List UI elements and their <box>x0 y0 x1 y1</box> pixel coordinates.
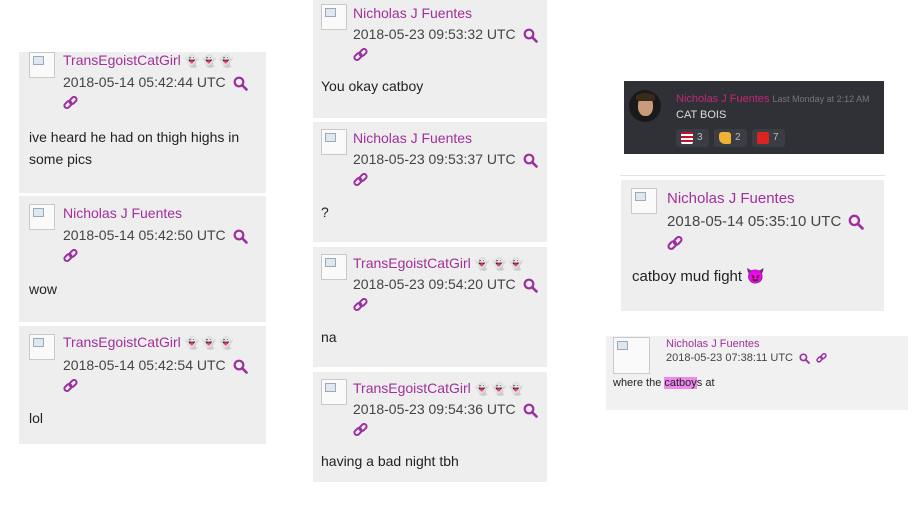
search-icon[interactable] <box>522 153 538 168</box>
discord-timestamp: Last Monday at 2:12 AM <box>772 94 870 104</box>
avatar <box>29 52 55 78</box>
message-text: ive heard he had on thigh highs in some … <box>29 129 240 167</box>
username-link[interactable]: Nicholas J Fuentes <box>353 5 472 21</box>
timestamp: 2018-05-23 09:54:20 UTC <box>353 276 538 293</box>
avatar <box>321 4 347 30</box>
username-link[interactable]: Nicholas J Fuentes <box>353 130 472 146</box>
search-highlight: catboy <box>664 377 697 389</box>
search-icon[interactable] <box>799 352 810 364</box>
post-card: TransEgoistCatGirl 👻👻👻 2018-05-23 09:54:3… <box>313 372 547 482</box>
username-link[interactable]: TransEgoistCatGirl 👻👻👻 <box>63 334 236 350</box>
message-text: You okay catboy <box>321 78 424 94</box>
discord-message-card: Nicholas J Fuentes Last Monday at 2:12 AM… <box>624 81 884 154</box>
message-text: having a bad night tbh <box>321 453 459 469</box>
avatar <box>631 188 657 214</box>
timestamp: 2018-05-23 07:38:11 UTC <box>666 352 828 364</box>
username-link[interactable]: Nicholas J Fuentes <box>666 338 760 350</box>
link-icon[interactable] <box>353 48 368 63</box>
link-icon[interactable] <box>353 423 368 438</box>
discord-message-text: CAT BOIS <box>676 109 727 121</box>
ghost-emoji: 👻👻👻 <box>184 336 236 350</box>
flag-icon <box>681 132 693 144</box>
avatar <box>613 337 650 374</box>
divider <box>620 175 885 176</box>
avatar <box>29 204 55 230</box>
username-link[interactable]: TransEgoistCatGirl 👻👻👻 <box>353 380 526 396</box>
ghost-emoji: 👻👻👻 <box>474 257 526 271</box>
post-card: Nicholas J Fuentes 2018-05-14 05:35:10 U… <box>621 180 884 311</box>
timestamp: 2018-05-23 09:53:37 UTC <box>353 151 538 168</box>
timestamp: 2018-05-14 05:42:54 UTC <box>63 357 248 374</box>
devil-emoji: 😈 <box>746 268 765 285</box>
timestamp: 2018-05-23 09:53:32 UTC <box>353 26 538 43</box>
link-icon[interactable] <box>63 379 78 394</box>
discord-username[interactable]: Nicholas J Fuentes Last Monday at 2:12 AM <box>676 93 870 105</box>
search-icon[interactable] <box>522 278 538 293</box>
username-link[interactable]: Nicholas J Fuentes <box>667 190 795 207</box>
reaction-red-square[interactable]: 7 <box>752 129 785 147</box>
avatar <box>29 334 55 360</box>
avatar[interactable] <box>629 90 661 122</box>
search-icon[interactable] <box>232 229 248 244</box>
message-text: ? <box>321 204 329 220</box>
timestamp: 2018-05-23 09:54:36 UTC <box>353 401 538 418</box>
search-icon[interactable] <box>522 28 538 43</box>
link-icon[interactable] <box>63 96 78 111</box>
post-card: Nicholas J Fuentes 2018-05-23 07:38:11 U… <box>606 336 908 410</box>
search-icon[interactable] <box>522 403 538 418</box>
post-card: Nicholas J Fuentes 2018-05-23 09:53:32 U… <box>313 0 547 118</box>
post-card: Nicholas J Fuentes 2018-05-14 05:42:50 U… <box>19 196 266 322</box>
post-card: TransEgoistCatGirl 👻👻👻 2018-05-14 05:42:4… <box>19 52 266 193</box>
message-text: lol <box>29 410 44 426</box>
link-icon[interactable] <box>816 352 828 364</box>
link-icon[interactable] <box>667 236 683 252</box>
timestamp: 2018-05-14 05:42:50 UTC <box>63 227 248 244</box>
message-text: where the catboys at <box>613 377 715 389</box>
search-icon[interactable] <box>232 359 248 374</box>
message-text: wow <box>29 281 58 297</box>
link-icon[interactable] <box>353 173 368 188</box>
timestamp: 2018-05-14 05:42:44 UTC <box>63 74 248 91</box>
link-icon[interactable] <box>63 249 78 264</box>
avatar <box>321 379 347 405</box>
username-link[interactable]: TransEgoistCatGirl 👻👻👻 <box>353 255 526 271</box>
timestamp: 2018-05-14 05:35:10 UTC <box>667 213 865 230</box>
reaction-thumbs-up[interactable]: 2 <box>714 129 747 147</box>
search-icon[interactable] <box>232 76 248 91</box>
message-text: catboy mud fight 😈 <box>632 268 765 285</box>
post-card: Nicholas J Fuentes 2018-05-23 09:53:37 U… <box>313 122 547 242</box>
message-text: na <box>321 329 337 345</box>
post-card: TransEgoistCatGirl 👻👻👻 2018-05-14 05:42:5… <box>19 326 266 444</box>
avatar <box>321 254 347 280</box>
link-icon[interactable] <box>353 298 368 313</box>
thumbs-up-icon <box>719 132 731 144</box>
ghost-emoji: 👻👻👻 <box>184 54 236 68</box>
reaction-flag[interactable]: 3 <box>676 129 709 147</box>
username-link[interactable]: TransEgoistCatGirl 👻👻👻 <box>63 52 236 68</box>
post-card: TransEgoistCatGirl 👻👻👻 2018-05-23 09:54:2… <box>313 247 547 367</box>
ghost-emoji: 👻👻👻 <box>474 382 526 396</box>
search-icon[interactable] <box>848 214 865 230</box>
avatar <box>321 129 347 155</box>
username-link[interactable]: Nicholas J Fuentes <box>63 205 182 221</box>
red-square-icon <box>757 132 769 144</box>
